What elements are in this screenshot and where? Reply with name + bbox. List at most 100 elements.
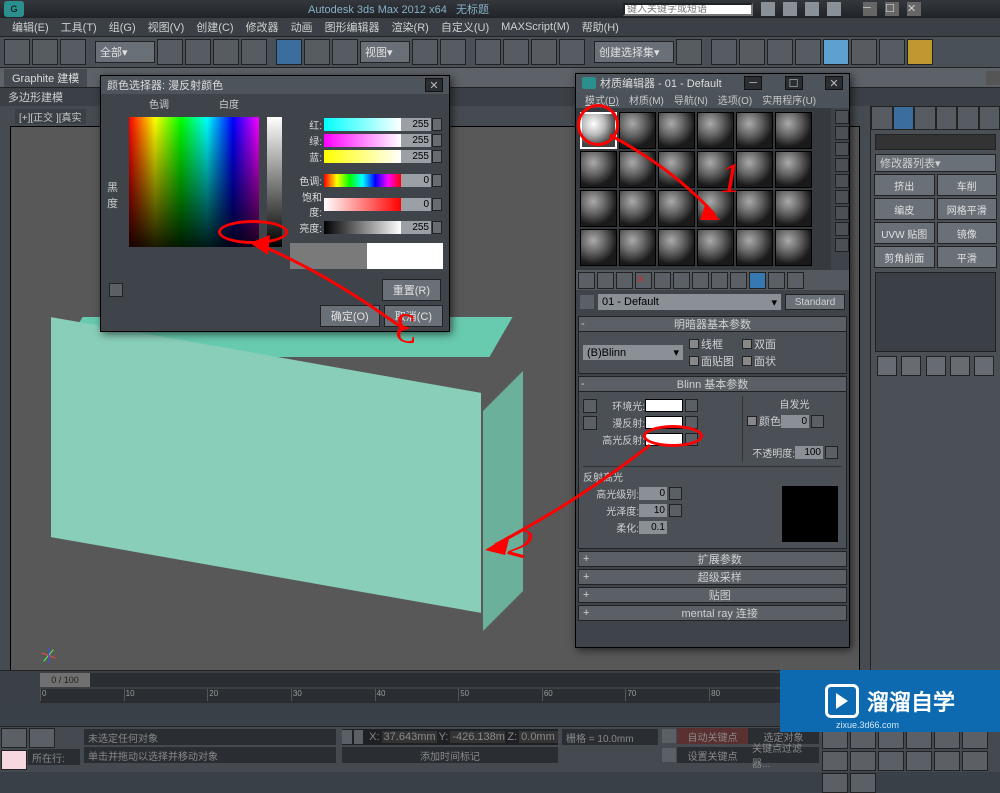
spinner-snap-button[interactable]: [559, 39, 585, 65]
viewport-label[interactable]: [+][正交 ][真实: [15, 109, 86, 124]
put-to-lib-icon[interactable]: [692, 272, 709, 289]
maps-rollout[interactable]: +贴图: [578, 587, 847, 603]
configure-sets-icon[interactable]: [974, 356, 994, 376]
material-slot[interactable]: [736, 151, 773, 188]
autokey-button[interactable]: 自动关键点: [677, 728, 748, 744]
material-slot[interactable]: [775, 151, 812, 188]
green-spinner[interactable]: [432, 134, 442, 147]
pivot-button[interactable]: [412, 39, 438, 65]
sat-value[interactable]: 0: [401, 198, 431, 211]
val-spinner[interactable]: [432, 221, 442, 234]
2sided-checkbox[interactable]: 双面: [742, 336, 776, 352]
value-slider[interactable]: [267, 117, 282, 247]
go-forward-icon[interactable]: [787, 272, 804, 289]
diffuse-lock-icon[interactable]: [583, 416, 597, 430]
material-slot[interactable]: [736, 190, 773, 227]
selfillum-value[interactable]: 0: [781, 415, 809, 428]
gloss-value[interactable]: 10: [639, 504, 667, 517]
lathe-button[interactable]: 车削: [937, 174, 998, 196]
opacity-map-button[interactable]: [825, 446, 838, 459]
menu-create[interactable]: 创建(C): [190, 19, 239, 35]
smooth-button[interactable]: 平滑: [937, 246, 998, 268]
faceted-checkbox[interactable]: 面状: [742, 353, 776, 369]
help-search-input[interactable]: [623, 3, 753, 16]
blue-value[interactable]: 255: [401, 150, 431, 163]
menu-maxscript[interactable]: MAXScript(M): [495, 21, 575, 33]
transform-type-in[interactable]: X:37.643mm Y:-426.138m Z:0.0mm: [342, 729, 558, 745]
angle-snap-button[interactable]: [503, 39, 529, 65]
extended-params-rollout[interactable]: +扩展参数: [578, 551, 847, 567]
red-spinner[interactable]: [432, 118, 442, 131]
facemap-checkbox[interactable]: 面贴图: [689, 353, 734, 369]
menu-tools[interactable]: 工具(T): [55, 19, 103, 35]
ribbon-collapse-icon[interactable]: [986, 71, 1000, 85]
z-coord[interactable]: 0.0mm: [519, 731, 558, 743]
material-slot[interactable]: [697, 190, 734, 227]
color-gradient[interactable]: [129, 117, 259, 247]
align-button[interactable]: [711, 39, 737, 65]
mat-map-nav-icon[interactable]: [835, 238, 849, 252]
mentalray-rollout[interactable]: +mental ray 连接: [578, 605, 847, 621]
menu-customize[interactable]: 自定义(U): [435, 19, 495, 35]
material-name-dropdown[interactable]: 01 - Default▾: [598, 294, 781, 310]
material-editor-button[interactable]: [823, 39, 849, 65]
remove-modifier-icon[interactable]: [950, 356, 970, 376]
rotate-button[interactable]: [304, 39, 330, 65]
val-value[interactable]: 255: [401, 221, 431, 234]
diffuse-swatch[interactable]: [645, 416, 683, 429]
select-by-mat-icon[interactable]: [835, 222, 849, 236]
zoom-all-icon[interactable]: [906, 751, 932, 771]
extrude-button[interactable]: 挤出: [874, 174, 935, 196]
y-coord[interactable]: -426.138m: [450, 731, 505, 743]
fov-icon[interactable]: [962, 751, 988, 771]
modify-tab-icon[interactable]: [893, 106, 915, 130]
named-selset-dropdown[interactable]: 创建选择集 ▾: [594, 41, 674, 63]
undo-button[interactable]: [4, 39, 30, 65]
material-slot[interactable]: [619, 151, 656, 188]
specular-swatch[interactable]: [645, 433, 683, 446]
keyfilter-button[interactable]: 关键点过滤器...: [748, 747, 819, 763]
material-slot[interactable]: [775, 112, 812, 149]
material-slot[interactable]: [619, 229, 656, 266]
mated-maximize-button[interactable]: ☐: [785, 76, 803, 90]
material-slot[interactable]: [658, 112, 695, 149]
setkey-button[interactable]: 设置关键点: [677, 747, 748, 763]
hierarchy-tab-icon[interactable]: [914, 106, 936, 130]
mated-menu-material[interactable]: 材质(M): [624, 92, 669, 108]
speclevel-map[interactable]: [669, 487, 682, 500]
mirror-button[interactable]: [676, 39, 702, 65]
polygon-modeling-label[interactable]: 多边形建模: [0, 89, 71, 105]
blinn-rollout-title[interactable]: -Blinn 基本参数: [578, 376, 847, 392]
mated-menu-options[interactable]: 选项(O): [713, 92, 757, 108]
make-unique-icon[interactable]: [926, 356, 946, 376]
select-name-button[interactable]: [185, 39, 211, 65]
material-type-button[interactable]: Standard: [785, 294, 845, 310]
zoom-ext-icon[interactable]: [934, 751, 960, 771]
reset-button[interactable]: 重置(R): [382, 279, 441, 301]
manip-button[interactable]: [440, 39, 466, 65]
goto-start-icon[interactable]: [822, 729, 848, 749]
menu-group[interactable]: 组(G): [103, 19, 142, 35]
soften-value[interactable]: 0.1: [639, 521, 667, 534]
reset-map-icon[interactable]: ✕: [635, 272, 652, 289]
ambient-map-button[interactable]: [685, 399, 698, 412]
minimize-button[interactable]: ─: [863, 2, 877, 16]
blue-spinner[interactable]: [432, 150, 442, 163]
green-value[interactable]: 255: [401, 134, 431, 147]
assign-to-sel-icon[interactable]: [616, 272, 633, 289]
favorites-icon[interactable]: [805, 2, 819, 16]
mated-menu-utilities[interactable]: 实用程序(U): [757, 92, 821, 108]
search-icon[interactable]: [761, 2, 775, 16]
options-icon[interactable]: [835, 206, 849, 220]
link-button[interactable]: [60, 39, 86, 65]
time-config-icon[interactable]: [962, 729, 988, 749]
material-slot[interactable]: [697, 229, 734, 266]
speclevel-value[interactable]: 0: [639, 487, 667, 500]
filter-dropdown[interactable]: 全部 ▾: [95, 41, 155, 63]
sat-slider[interactable]: [324, 198, 401, 211]
show-map-icon[interactable]: [730, 272, 747, 289]
menu-edit[interactable]: 编辑(E): [6, 19, 55, 35]
diffuse-map-button[interactable]: [685, 416, 698, 429]
render-frame-button[interactable]: [879, 39, 905, 65]
cancel-button[interactable]: 取消(C): [384, 305, 443, 327]
